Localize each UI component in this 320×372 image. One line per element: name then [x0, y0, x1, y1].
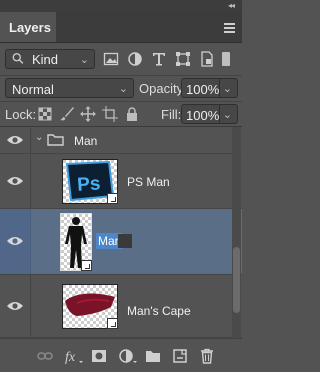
scrollbar-thumb[interactable]	[233, 247, 240, 313]
lock-transparent-pixels-icon[interactable]	[37, 106, 53, 122]
visibility-toggle[interactable]	[0, 209, 31, 274]
filter-adjustment-layer-icon[interactable]	[127, 51, 143, 67]
layers-scrollbar[interactable]	[232, 127, 241, 338]
svg-text:fx: fx	[65, 350, 76, 364]
layers-list: ⌄ Man Ps PS Man Man Man's Cape	[0, 127, 242, 338]
panel-top-strip: ◂◂	[0, 0, 242, 12]
svg-text:Ps: Ps	[76, 173, 101, 196]
layer-row[interactable]: ⌄ Man	[0, 127, 242, 154]
lock-image-pixels-icon[interactable]	[59, 106, 75, 122]
eye-icon	[7, 302, 23, 310]
visibility-toggle[interactable]	[0, 275, 31, 337]
smart-object-badge-icon	[107, 318, 118, 329]
lock-label: Lock:	[5, 107, 37, 122]
layer-name[interactable]: Man	[74, 134, 97, 148]
layers-panel: ◂◂ Layers Kind ⌄ Normal ⌄ Opacity: 100% …	[0, 0, 242, 372]
opacity-value: 100%	[186, 82, 220, 97]
new-layer-icon[interactable]	[172, 348, 188, 364]
lock-position-icon[interactable]	[80, 106, 96, 122]
lock-all-icon[interactable]	[124, 106, 140, 122]
smart-object-badge-icon	[107, 193, 118, 204]
new-group-icon[interactable]	[145, 348, 161, 364]
chevron-down-icon: ⌄	[79, 54, 89, 66]
visibility-toggle[interactable]	[0, 154, 31, 208]
folder-icon	[47, 134, 64, 146]
filter-kind-label: Kind	[32, 52, 59, 67]
panel-tab-bar: Layers	[0, 12, 242, 43]
filter-toggle-switch[interactable]	[222, 52, 230, 66]
smart-object-badge-icon	[81, 260, 92, 271]
chevron-down-icon[interactable]: ⌄	[223, 108, 232, 121]
add-mask-icon[interactable]	[91, 348, 107, 364]
search-icon	[12, 53, 24, 64]
layer-name[interactable]: PS Man	[127, 175, 170, 189]
filter-kind-select[interactable]: Kind ⌄	[5, 49, 95, 69]
layer-thumbnail	[60, 213, 92, 271]
tab-layers[interactable]: Layers	[0, 12, 56, 42]
fill-label: Fill:	[161, 107, 182, 122]
visibility-toggle[interactable]	[0, 127, 31, 153]
text-cursor-block	[118, 234, 132, 248]
opacity-label: Opacity:	[139, 81, 187, 96]
opacity-field[interactable]: 100% ⌄	[181, 78, 238, 98]
blend-mode-select[interactable]: Normal ⌄	[5, 78, 134, 98]
lock-artboard-icon[interactable]	[102, 106, 118, 122]
chevron-down-icon[interactable]: ⌄	[35, 132, 43, 143]
eye-icon	[7, 136, 23, 144]
collapse-panel-icon[interactable]: ◂◂	[228, 2, 235, 10]
layer-row[interactable]: Ps PS Man	[0, 154, 242, 209]
layer-thumbnail: Ps	[62, 159, 118, 204]
fill-field[interactable]: 100% ⌄	[181, 104, 238, 124]
blend-mode-value: Normal	[12, 82, 54, 97]
link-layers-icon[interactable]	[37, 348, 53, 364]
filter-smart-object-icon[interactable]	[199, 51, 215, 67]
layer-row[interactable]: Man's Cape	[0, 275, 242, 338]
layer-thumbnail	[62, 284, 118, 329]
trash-icon[interactable]	[199, 348, 215, 364]
layers-bottom-toolbar: fx	[0, 338, 242, 372]
eye-icon	[7, 237, 23, 245]
layer-row-selected[interactable]: Man	[0, 209, 242, 275]
fill-value: 100%	[186, 108, 220, 123]
layer-name[interactable]: Man's Cape	[127, 304, 191, 318]
chevron-down-icon[interactable]: ⌄	[223, 82, 232, 95]
lock-row: Lock: Fill: 100% ⌄	[0, 102, 242, 127]
chevron-down-icon: ⌄	[118, 83, 128, 95]
filter-pixel-layer-icon[interactable]	[103, 51, 119, 67]
fx-layer-style-icon[interactable]: fx	[64, 348, 84, 364]
filter-type-layer-icon[interactable]	[151, 51, 167, 67]
blend-row: Normal ⌄ Opacity: 100% ⌄	[0, 75, 242, 102]
panel-menu-icon[interactable]	[224, 23, 235, 35]
new-adjustment-layer-icon[interactable]	[118, 348, 138, 364]
filter-shape-layer-icon[interactable]	[175, 51, 191, 67]
filter-row: Kind ⌄	[0, 43, 242, 76]
eye-icon	[7, 177, 23, 185]
